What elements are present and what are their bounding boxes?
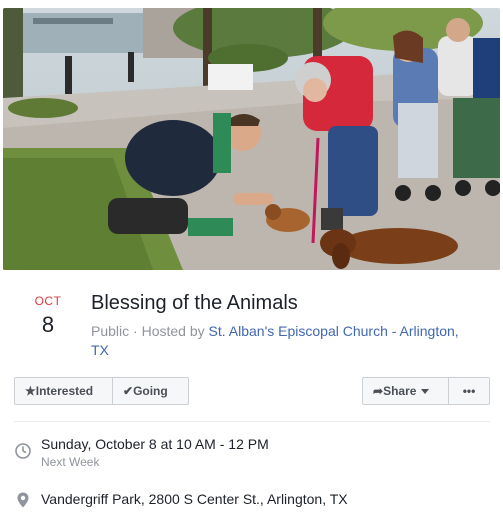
event-meta: Public · Hosted by St. Alban's Episcopal…	[91, 322, 476, 360]
star-icon: ★	[25, 384, 36, 398]
interested-button[interactable]: ★ Interested	[14, 377, 113, 405]
rsvp-button-group: ★ Interested ✔ Going	[14, 377, 189, 405]
event-cover-photo[interactable]	[3, 8, 500, 270]
going-label: Going	[133, 384, 168, 398]
more-icon: •••	[462, 384, 476, 398]
event-location-row[interactable]: Vandergriff Park, 2800 S Center St., Arl…	[14, 491, 490, 511]
share-button[interactable]: ➦ Share	[362, 377, 449, 405]
share-arrow-icon: ➦	[373, 384, 384, 398]
clock-icon	[15, 443, 31, 459]
cover-photo-illustration	[3, 8, 500, 270]
share-button-group: ➦ Share •••	[362, 377, 490, 405]
map-pin-icon	[17, 492, 29, 508]
event-month: OCT	[34, 294, 62, 308]
interested-label: Interested	[35, 384, 94, 398]
going-button[interactable]: ✔ Going	[113, 377, 189, 405]
hosted-by-label: Hosted by	[141, 323, 205, 339]
event-date-block: OCT 8	[26, 294, 70, 338]
checkmark-icon: ✔	[123, 384, 134, 398]
event-datetime: Sunday, October 8 at 10 AM - 12 PM	[41, 436, 269, 452]
share-label: Share	[383, 384, 417, 398]
chevron-down-icon	[421, 388, 430, 394]
event-visibility: Public	[91, 323, 130, 339]
event-day: 8	[41, 312, 55, 337]
section-divider	[14, 421, 490, 422]
event-title: Blessing of the Animals	[91, 292, 298, 314]
meta-separator: ·	[133, 323, 138, 339]
event-time-row[interactable]: Sunday, October 8 at 10 AM - 12 PM Next …	[14, 436, 490, 470]
event-card: OCT 8 Blessing of the Animals Public · H…	[0, 0, 503, 518]
event-relative-time: Next Week	[41, 455, 100, 469]
event-location: Vandergriff Park, 2800 S Center St., Arl…	[41, 491, 348, 507]
more-options-button[interactable]: •••	[449, 377, 490, 405]
